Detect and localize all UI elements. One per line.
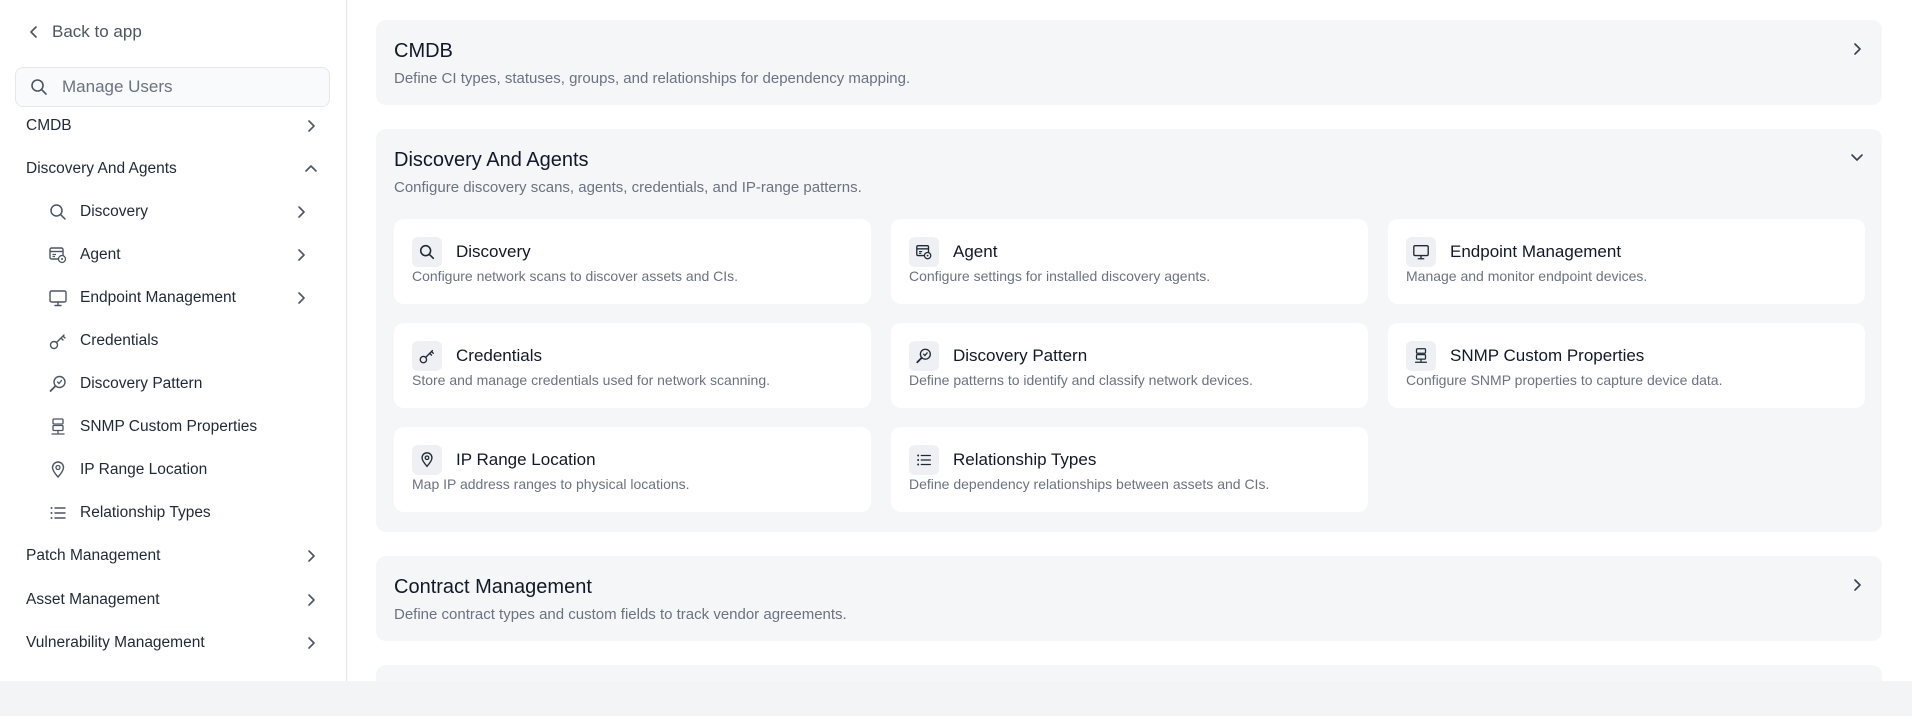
section-title: CMDB <box>394 40 453 62</box>
sidebar-item-asset-management[interactable]: Asset Management <box>26 585 319 615</box>
card-description: Configure SNMP properties to capture dev… <box>1406 372 1723 388</box>
chevron-right-icon <box>303 592 319 608</box>
card-description: Configure network scans to discover asse… <box>412 268 739 284</box>
card-relationship-types[interactable]: Relationship Types Define dependency rel… <box>891 427 1368 512</box>
chevron-right-icon <box>303 118 319 134</box>
sidebar-subitem-snmp-custom-properties[interactable]: SNMP Custom Properties <box>48 412 309 442</box>
sidebar-subitem-agent[interactable]: Agent <box>48 240 309 270</box>
card-title: Discovery <box>456 242 531 261</box>
card-description: Manage and monitor endpoint devices. <box>1406 268 1648 284</box>
card-description: Define dependency relationships between … <box>909 476 1270 492</box>
card-credentials[interactable]: Credentials Store and manage credentials… <box>394 323 871 408</box>
chevron-right-icon <box>293 204 309 220</box>
sidebar-item-patch-management[interactable]: Patch Management <box>26 541 319 571</box>
sidebar-subitem-label: Discovery Pattern <box>80 375 203 392</box>
section-cmdb[interactable]: CMDB Define CI types, statuses, groups, … <box>376 20 1882 105</box>
search-icon <box>48 202 68 222</box>
section-next-partial <box>376 665 1882 681</box>
sidebar-subitem-label: Credentials <box>80 332 159 349</box>
section-title: Contract Management <box>394 576 592 598</box>
card-discovery-pattern[interactable]: Discovery Pattern Define patterns to ide… <box>891 323 1368 408</box>
sidebar-subitem-endpoint-management[interactable]: Endpoint Management <box>48 283 309 313</box>
card-snmp-custom-properties[interactable]: SNMP Custom Properties Configure SNMP pr… <box>1388 323 1865 408</box>
sidebar-item-cmdb[interactable]: CMDB <box>26 111 319 141</box>
sidebar-subitem-label: Relationship Types <box>80 504 211 521</box>
sidebar-item-discovery-and-agents[interactable]: Discovery And Agents <box>26 154 319 184</box>
chevron-right-icon <box>293 247 309 263</box>
sidebar-item-label: Discovery And Agents <box>26 160 177 177</box>
chevron-right-icon <box>303 548 319 564</box>
agent-icon <box>48 245 68 265</box>
monitor-icon <box>48 288 68 308</box>
card-title: Agent <box>953 242 998 261</box>
location-pin-icon <box>412 445 442 475</box>
main-content: CMDB Define CI types, statuses, groups, … <box>347 0 1912 681</box>
sidebar-subitem-discovery[interactable]: Discovery <box>48 197 309 227</box>
sidebar: Back to app CMDB Discovery And Agents D <box>0 0 347 681</box>
search-box <box>15 67 330 107</box>
sidebar-item-label: Vulnerability Management <box>26 634 205 651</box>
server-icon <box>1406 341 1436 371</box>
chevron-right-icon[interactable] <box>1848 40 1866 58</box>
sidebar-item-label: CMDB <box>26 117 72 134</box>
card-description: Configure settings for installed discove… <box>909 268 1211 284</box>
list-icon <box>48 503 68 523</box>
back-to-app-link[interactable]: Back to app <box>26 22 142 42</box>
card-endpoint-management[interactable]: Endpoint Management Manage and monitor e… <box>1388 219 1865 304</box>
pattern-search-icon <box>48 374 68 394</box>
chevron-right-icon <box>303 635 319 651</box>
section-contract-management[interactable]: Contract Management Define contract type… <box>376 556 1882 641</box>
search-input[interactable] <box>62 77 312 97</box>
card-title: Discovery Pattern <box>953 346 1088 365</box>
sidebar-item-label: Asset Management <box>26 591 160 608</box>
chevron-up-icon <box>303 161 319 177</box>
sidebar-item-label: Patch Management <box>26 547 161 564</box>
card-title: SNMP Custom Properties <box>1450 346 1645 365</box>
key-icon <box>48 331 68 351</box>
sidebar-subitem-label: Discovery <box>80 203 149 220</box>
section-description: Define contract types and custom fields … <box>394 606 847 623</box>
card-description: Store and manage credentials used for ne… <box>412 372 770 388</box>
section-description: Define CI types, statuses, groups, and r… <box>394 70 911 87</box>
monitor-icon <box>1406 237 1436 267</box>
agent-icon <box>909 237 939 267</box>
list-icon <box>909 445 939 475</box>
app-window: Back to app CMDB Discovery And Agents D <box>0 0 1912 681</box>
sidebar-subitem-credentials[interactable]: Credentials <box>48 326 309 356</box>
card-agent[interactable]: Agent Configure settings for installed d… <box>891 219 1368 304</box>
sidebar-subitem-ip-range-location[interactable]: IP Range Location <box>48 455 309 485</box>
card-title: Credentials <box>456 346 542 365</box>
sidebar-subitem-label: Endpoint Management <box>80 289 236 306</box>
card-ip-range-location[interactable]: IP Range Location Map IP address ranges … <box>394 427 871 512</box>
card-description: Map IP address ranges to physical locati… <box>412 476 690 492</box>
chevron-right-icon[interactable] <box>1848 576 1866 594</box>
location-pin-icon <box>48 460 68 480</box>
sidebar-subitem-label: IP Range Location <box>80 461 208 478</box>
card-title: Endpoint Management <box>1450 242 1622 261</box>
card-discovery[interactable]: Discovery Configure network scans to dis… <box>394 219 871 304</box>
server-icon <box>48 417 68 437</box>
card-title: Relationship Types <box>953 450 1097 469</box>
section-description: Configure discovery scans, agents, crede… <box>394 179 862 196</box>
sidebar-subitem-label: SNMP Custom Properties <box>80 418 258 435</box>
search-icon <box>30 78 48 96</box>
card-title: IP Range Location <box>456 450 596 469</box>
back-to-app-label: Back to app <box>52 22 142 41</box>
sidebar-subitem-discovery-pattern[interactable]: Discovery Pattern <box>48 369 309 399</box>
search-icon <box>412 237 442 267</box>
card-description: Define patterns to identify and classify… <box>909 372 1253 388</box>
chevron-right-icon <box>293 290 309 306</box>
chevron-down-icon[interactable] <box>1848 148 1866 166</box>
pattern-search-icon <box>909 341 939 371</box>
chevron-left-icon <box>26 24 42 40</box>
sidebar-item-vulnerability-management[interactable]: Vulnerability Management <box>26 628 319 658</box>
key-icon <box>412 341 442 371</box>
sidebar-subitem-relationship-types[interactable]: Relationship Types <box>48 498 309 528</box>
sidebar-subitem-label: Agent <box>80 246 121 263</box>
section-title: Discovery And Agents <box>394 149 589 171</box>
section-discovery-and-agents: Discovery And Agents Configure discovery… <box>376 129 1882 532</box>
